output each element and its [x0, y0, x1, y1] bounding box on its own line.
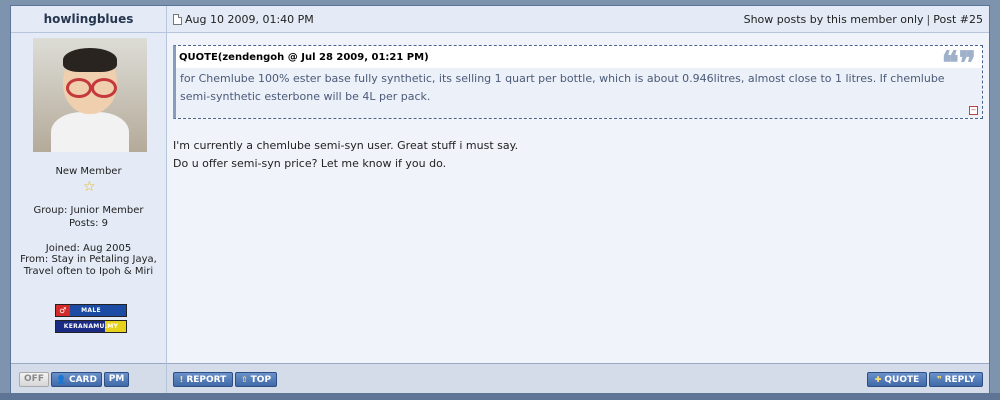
- post-footer: ! REPORT ⇧ TOP ✚ QUOTE ❞ REPLY: [167, 363, 989, 394]
- reply-button-label: REPLY: [944, 375, 976, 385]
- pm-button[interactable]: PM: [104, 372, 129, 387]
- post-body: I'm currently a chemlube semi-syn user. …: [173, 137, 518, 173]
- male-symbol-icon: ♂: [56, 305, 70, 316]
- member-from-line2: Travel often to Ipoh & Miri: [23, 266, 154, 277]
- quote-block: QUOTE(zendengoh @ Jul 28 2009, 01:21 PM)…: [173, 44, 983, 119]
- alert-icon: !: [179, 375, 184, 384]
- keranamu-badge[interactable]: KERANAMU.MY: [55, 320, 127, 333]
- quote-button[interactable]: ✚ QUOTE: [867, 372, 927, 387]
- quote-title: QUOTE(zendengoh @ Jul 28 2009, 01:21 PM): [176, 46, 982, 66]
- author-name[interactable]: howlingblues: [11, 6, 167, 33]
- post-header: Aug 10 2009, 01:40 PM Show posts by this…: [167, 6, 989, 33]
- quote-line: for Chemlube 100% ester base fully synth…: [180, 72, 945, 85]
- quote-marks-icon: ❞: [936, 375, 942, 384]
- author-footer: OFF 👤 CARD PM: [11, 363, 167, 394]
- top-button[interactable]: ⇧ TOP: [235, 372, 277, 387]
- bottom-bar: [0, 393, 1000, 400]
- top-button-label: TOP: [250, 375, 272, 385]
- member-from: From: Stay in Petaling Jaya, Travel ofte…: [11, 254, 166, 278]
- post-body-line: I'm currently a chemlube semi-syn user. …: [173, 139, 519, 152]
- avatar-body: [51, 112, 129, 152]
- show-posts-link[interactable]: Show posts by this member only: [744, 13, 924, 26]
- user-icon: 👤: [56, 375, 66, 384]
- card-button[interactable]: 👤 CARD: [51, 372, 102, 387]
- post-number-link[interactable]: Post #25: [933, 13, 983, 26]
- plus-icon: ✚: [874, 375, 882, 384]
- avatar-glasses-left: [66, 78, 92, 98]
- post-date-wrap: Aug 10 2009, 01:40 PM: [173, 13, 314, 26]
- avatar[interactable]: [33, 38, 147, 152]
- card-button-label: CARD: [68, 375, 97, 385]
- reply-button[interactable]: ❞ REPLY: [929, 372, 983, 387]
- arrow-up-icon: ⇧: [240, 375, 248, 384]
- author-sidebar: New Member ☆ Group: Junior Member Posts:…: [11, 33, 167, 363]
- member-title: New Member: [55, 166, 122, 177]
- member-posts: Posts: 9: [68, 218, 109, 229]
- member-from-line1: From: Stay in Petaling Jaya,: [20, 254, 157, 265]
- quote-button-label: QUOTE: [884, 375, 920, 385]
- member-joined: Joined: Aug 2005: [45, 243, 132, 254]
- report-button-label: REPORT: [186, 375, 227, 385]
- quote-body: for Chemlube 100% ester base fully synth…: [176, 68, 982, 118]
- male-badge: ♂ MALE: [55, 304, 127, 317]
- header-separator: |: [926, 13, 931, 26]
- avatar-hair: [63, 48, 117, 72]
- collapse-quote-icon[interactable]: −: [969, 106, 978, 115]
- avatar-glasses-right: [91, 78, 117, 98]
- post-body-line: Do u offer semi-syn price? Let me know i…: [173, 157, 447, 170]
- quote-line: semi-synthetic esterbone will be 4L per …: [180, 90, 431, 103]
- post-content: QUOTE(zendengoh @ Jul 28 2009, 01:21 PM)…: [167, 33, 989, 363]
- post-date: Aug 10 2009, 01:40 PM: [185, 13, 314, 26]
- forum-post: howlingblues Aug 10 2009, 01:40 PM Show …: [10, 5, 990, 394]
- online-status-button[interactable]: OFF: [19, 372, 49, 387]
- post-header-links: Show posts by this member only | Post #25: [744, 13, 983, 26]
- male-badge-label: MALE: [81, 307, 101, 314]
- star-icon: ☆: [83, 179, 96, 195]
- member-group: Group: Junior Member: [33, 205, 144, 216]
- report-button[interactable]: ! REPORT: [173, 372, 233, 387]
- post-page-icon: [173, 14, 182, 25]
